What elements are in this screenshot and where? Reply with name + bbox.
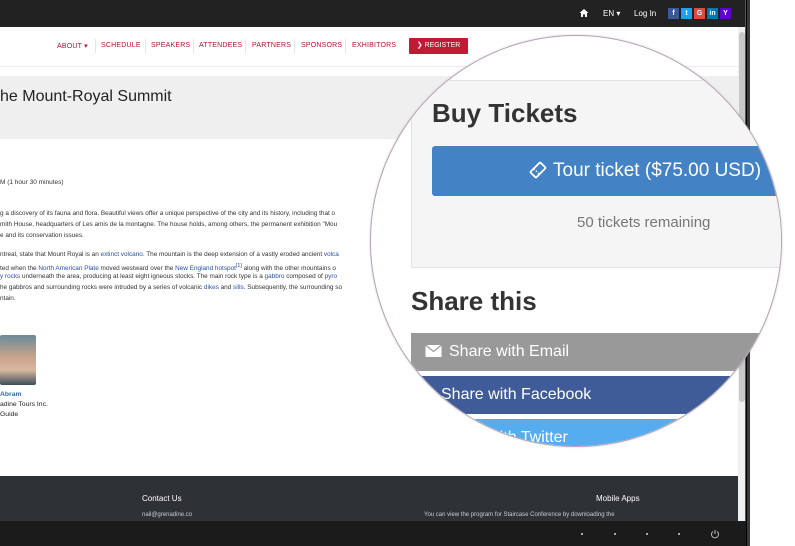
nav-divider [145, 39, 146, 53]
nav-exhibitors[interactable]: EXHIBITORS [352, 42, 396, 49]
nav-divider [294, 39, 295, 53]
nav-schedule[interactable]: SCHEDULE [101, 42, 141, 49]
description-line: e and its conservation issues. [0, 232, 84, 239]
home-icon[interactable] [579, 8, 589, 18]
nav-attendees[interactable]: ATTENDEES [199, 42, 242, 49]
organizer-avatar[interactable] [0, 335, 36, 385]
text: underneath the area, producing at least … [20, 273, 265, 280]
text: he gabbros and surrounding rocks were in… [0, 284, 204, 291]
share-twitter-button[interactable]: Share with Twitter [411, 419, 781, 446]
geology-line: ntreal, state that Mount Royal is an ext… [0, 250, 400, 261]
link-gabbro[interactable]: gabbro [265, 273, 285, 280]
google-icon[interactable]: G [694, 8, 705, 19]
organizer-role: Guide [0, 411, 19, 418]
contact-heading: Contact Us [142, 494, 182, 503]
language-selector[interactable]: EN ▾ [603, 9, 620, 18]
share-email-button[interactable]: Share with Email [411, 333, 781, 371]
indicator-dot [581, 533, 583, 535]
page-title: he Mount-Royal Summit [0, 88, 172, 105]
share-twitter-label: Share with Twitter [441, 429, 568, 446]
link-dikes[interactable]: dikes [204, 284, 219, 291]
indicator-dot [614, 533, 616, 535]
text: . The mountain is the deep extension of … [142, 251, 324, 258]
link-rocks[interactable]: y rocks [0, 273, 20, 280]
login-link[interactable]: Log In [634, 9, 656, 18]
mobile-apps-text: You can view the program for Staircase C… [424, 512, 615, 518]
link-sills[interactable]: sills [233, 284, 244, 291]
nav-sponsors[interactable]: SPONSORS [301, 42, 342, 49]
share-facebook-button[interactable]: Share with Facebook [411, 376, 781, 414]
mobile-apps-heading: Mobile Apps [596, 494, 640, 503]
link-extinct-volcano[interactable]: extinct volcano [101, 251, 143, 258]
contact-email[interactable]: nail@grenadine.co [142, 512, 192, 518]
text: . Subsequently, the surrounding so [243, 284, 342, 291]
geology-line: ntain. [0, 295, 16, 302]
nav-speakers[interactable]: SPEAKERS [151, 42, 190, 49]
description-line: g a discovery of its fauna and flora. Be… [0, 210, 336, 217]
device-frame: EN ▾ Log In f t G in Y ABOUT ▾ SCHEDULE … [0, 0, 795, 546]
top-bar: EN ▾ Log In f t G in Y [0, 0, 745, 27]
buy-tickets-heading: Buy Tickets [432, 98, 578, 128]
linkedin-icon[interactable]: in [707, 8, 718, 19]
register-button[interactable]: ❯ REGISTER [409, 38, 468, 54]
nav-divider [95, 39, 96, 53]
power-icon[interactable] [710, 529, 720, 539]
description-line: mith House, headquarters of Les amis de … [0, 221, 338, 228]
nav-partners[interactable]: PARTNERS [252, 42, 291, 49]
tickets-remaining: 50 tickets remaining [577, 214, 711, 231]
indicator-dot [678, 533, 680, 535]
ticket-label: Tour ticket ($75.00 USD) [553, 160, 762, 181]
link-volcano[interactable]: volca [324, 251, 339, 258]
social-links: f t G in Y [668, 8, 731, 19]
geology-line: he gabbros and surrounding rocks were in… [0, 283, 400, 294]
nav-divider [345, 39, 346, 53]
device-bottom-bar [0, 521, 746, 546]
link-pyroxene[interactable]: pyro [325, 273, 337, 280]
share-facebook-label: Share with Facebook [441, 386, 592, 403]
indicator-dot [646, 533, 648, 535]
nav-divider [245, 39, 246, 53]
twitter-icon[interactable]: t [681, 8, 692, 19]
ticket-icon [529, 161, 547, 179]
site-footer: Contact Us nail@grenadine.co Mobile Apps… [0, 476, 740, 521]
yahoo-icon[interactable]: Y [720, 8, 731, 19]
nav-about[interactable]: ABOUT ▾ [57, 42, 88, 50]
share-email-label: Share with Email [449, 343, 570, 360]
facebook-icon[interactable]: f [668, 8, 679, 19]
organizer-name[interactable]: Abram [0, 391, 22, 398]
organizer-company: adine Tours Inc. [0, 401, 48, 408]
text: and [218, 284, 234, 291]
geology-line: y rocks underneath the area, producing a… [0, 272, 400, 283]
nav-divider [193, 39, 194, 53]
envelope-icon [425, 344, 442, 357]
text: ntreal, state that Mount Royal is an [0, 251, 101, 258]
share-heading: Share this [411, 286, 537, 316]
tour-ticket-button[interactable]: Tour ticket ($75.00 USD) [432, 146, 781, 196]
event-duration: M (1 hour 30 minutes) [0, 179, 64, 186]
magnifier-lens: Buy Tickets Tour ticket ($75.00 USD) 50 … [370, 35, 782, 447]
text: composed of [284, 273, 325, 280]
